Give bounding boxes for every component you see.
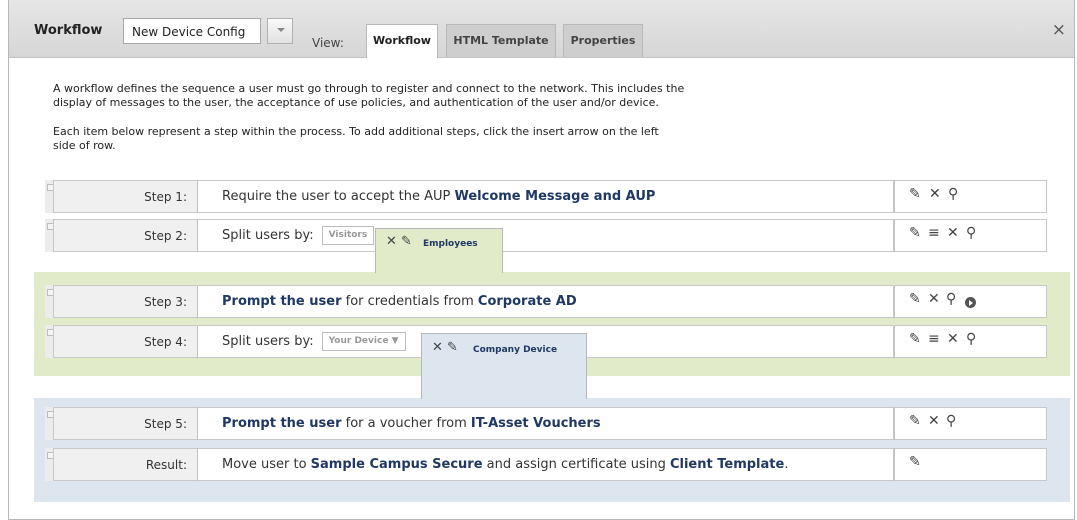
magnifier-icon[interactable]: ⚲ [948, 187, 958, 201]
magnifier-icon[interactable]: ⚲ [946, 414, 956, 428]
pencil-icon[interactable]: ✎ [909, 332, 921, 346]
close-icon[interactable]: × [1052, 20, 1066, 40]
workflow-step-2: Step 2: Split users by: Visitors ✎ ≡ ✕ ⚲ [45, 219, 1047, 252]
list-icon[interactable]: ≡ [928, 226, 940, 240]
step-label: Step 2: [53, 219, 198, 252]
step-actions: ✎ ≡ ✕ ⚲ [894, 325, 1047, 358]
list-icon[interactable]: ≡ [928, 332, 940, 346]
pencil-icon[interactable]: ✎ [447, 340, 458, 355]
insert-handle[interactable] [45, 219, 54, 252]
step-text: Split users by: [222, 228, 314, 243]
insert-handle[interactable] [45, 407, 54, 440]
step-label: Result: [53, 448, 198, 481]
magnifier-icon[interactable]: ⚲ [966, 226, 976, 240]
branch-tab-employees[interactable]: ✕ ✎ Employees [375, 228, 503, 273]
pencil-icon[interactable]: ✎ [909, 226, 921, 240]
workflow-step-3: Step 3: Prompt the user for credentials … [45, 285, 1047, 318]
step-text: . [784, 457, 789, 472]
certificate-template-link[interactable]: Client Template [670, 457, 784, 472]
tab-html-template[interactable]: HTML Template [446, 24, 556, 57]
workflow-dialog: Workflow New Device Config View: Workflo… [8, 0, 1075, 520]
insert-handle[interactable] [45, 448, 54, 481]
step-text: and assign certificate using [482, 457, 670, 472]
workflow-step-5: Step 5: Prompt the user for a voucher fr… [45, 407, 1047, 440]
step-description: Prompt the user for credentials from Cor… [198, 285, 894, 318]
pencil-icon[interactable]: ✎ [909, 414, 921, 428]
step-label: Step 1: [53, 180, 198, 213]
step-actions: ✎ ✕ ⚲ [894, 285, 1047, 318]
view-label: View: [312, 36, 344, 50]
workflow-result: Result: Move user to Sample Campus Secur… [45, 448, 1047, 481]
prompt-link[interactable]: Prompt the user [222, 294, 342, 309]
delete-x-icon[interactable]: ✕ [947, 226, 959, 240]
workflow-select[interactable]: New Device Config [123, 18, 261, 44]
insert-handle[interactable] [45, 285, 54, 318]
branch-label: Employees [423, 239, 478, 249]
intro-line: side of row. [53, 139, 116, 152]
step-actions: ✎ ✕ ⚲ [894, 180, 1047, 213]
delete-x-icon[interactable]: ✕ [928, 292, 940, 306]
workflow-step-1: Step 1: Require the user to accept the A… [45, 180, 1047, 213]
branch-label: Your Device [328, 336, 389, 346]
branch-label: Company Device [473, 345, 558, 355]
pencil-icon[interactable]: ✎ [909, 292, 921, 306]
delete-x-icon[interactable]: ✕ [947, 332, 959, 346]
delete-x-icon[interactable]: ✕ [386, 234, 397, 249]
workflow-dropdown-arrow-icon[interactable] [267, 18, 293, 44]
step-text: Require the user to accept the AUP [222, 189, 455, 204]
pencil-icon[interactable]: ✎ [401, 234, 412, 249]
step-label: Step 5: [53, 407, 198, 440]
delete-x-icon[interactable]: ✕ [928, 414, 940, 428]
step-label: Step 3: [53, 285, 198, 318]
pencil-icon[interactable]: ✎ [909, 455, 921, 469]
branch-tab-visitors[interactable]: Visitors [321, 226, 375, 245]
insert-handle[interactable] [45, 325, 54, 358]
prompt-link[interactable]: Prompt the user [222, 416, 342, 431]
aup-link[interactable]: Welcome Message and AUP [454, 189, 655, 204]
step-actions: ✎ ≡ ✕ ⚲ [894, 219, 1047, 252]
step-text: Split users by: [222, 334, 314, 349]
tab-workflow[interactable]: Workflow [366, 24, 438, 58]
pencil-icon[interactable]: ✎ [909, 187, 921, 201]
step-text: for a voucher from [341, 416, 471, 431]
delete-x-icon[interactable]: ✕ [432, 340, 443, 355]
dialog-header: Workflow New Device Config View: Workflo… [9, 0, 1074, 58]
step-text: Move user to [222, 457, 311, 472]
step-text: for credentials from [341, 294, 478, 309]
role-link[interactable]: Sample Campus Secure [311, 457, 483, 472]
intro-paragraph-1: A workflow defines the sequence a user m… [53, 82, 684, 110]
delete-x-icon[interactable]: ✕ [929, 187, 941, 201]
branch-tab-your-device[interactable]: Your Device ▼ [321, 332, 406, 351]
step-label: Step 4: [53, 325, 198, 358]
step-description: Require the user to accept the AUP Welco… [198, 180, 894, 213]
magnifier-icon[interactable]: ⚲ [966, 332, 976, 346]
step-actions: ✎ ✕ ⚲ [894, 407, 1047, 440]
intro-line: Each item below represent a step within … [53, 125, 659, 138]
voucher-source-link[interactable]: IT-Asset Vouchers [471, 416, 601, 431]
intro-line: display of messages to the user, the acc… [53, 96, 659, 109]
tab-properties[interactable]: Properties [563, 24, 643, 57]
step-actions: ✎ [894, 448, 1047, 481]
insert-handle[interactable] [45, 180, 54, 213]
step-description: Prompt the user for a voucher from IT-As… [198, 407, 894, 440]
intro-paragraph-2: Each item below represent a step within … [53, 125, 659, 153]
auth-source-link[interactable]: Corporate AD [478, 294, 577, 309]
magnifier-icon[interactable]: ⚲ [946, 292, 956, 306]
play-icon[interactable] [965, 297, 976, 308]
step-description: Split users by: Visitors [198, 219, 894, 252]
dialog-title: Workflow [34, 23, 103, 38]
intro-line: A workflow defines the sequence a user m… [53, 82, 685, 95]
branch-tab-company-device[interactable]: ✕ ✎ Company Device [421, 333, 587, 399]
step-description: Move user to Sample Campus Secure and as… [198, 448, 894, 481]
filter-icon: ▼ [391, 336, 399, 346]
